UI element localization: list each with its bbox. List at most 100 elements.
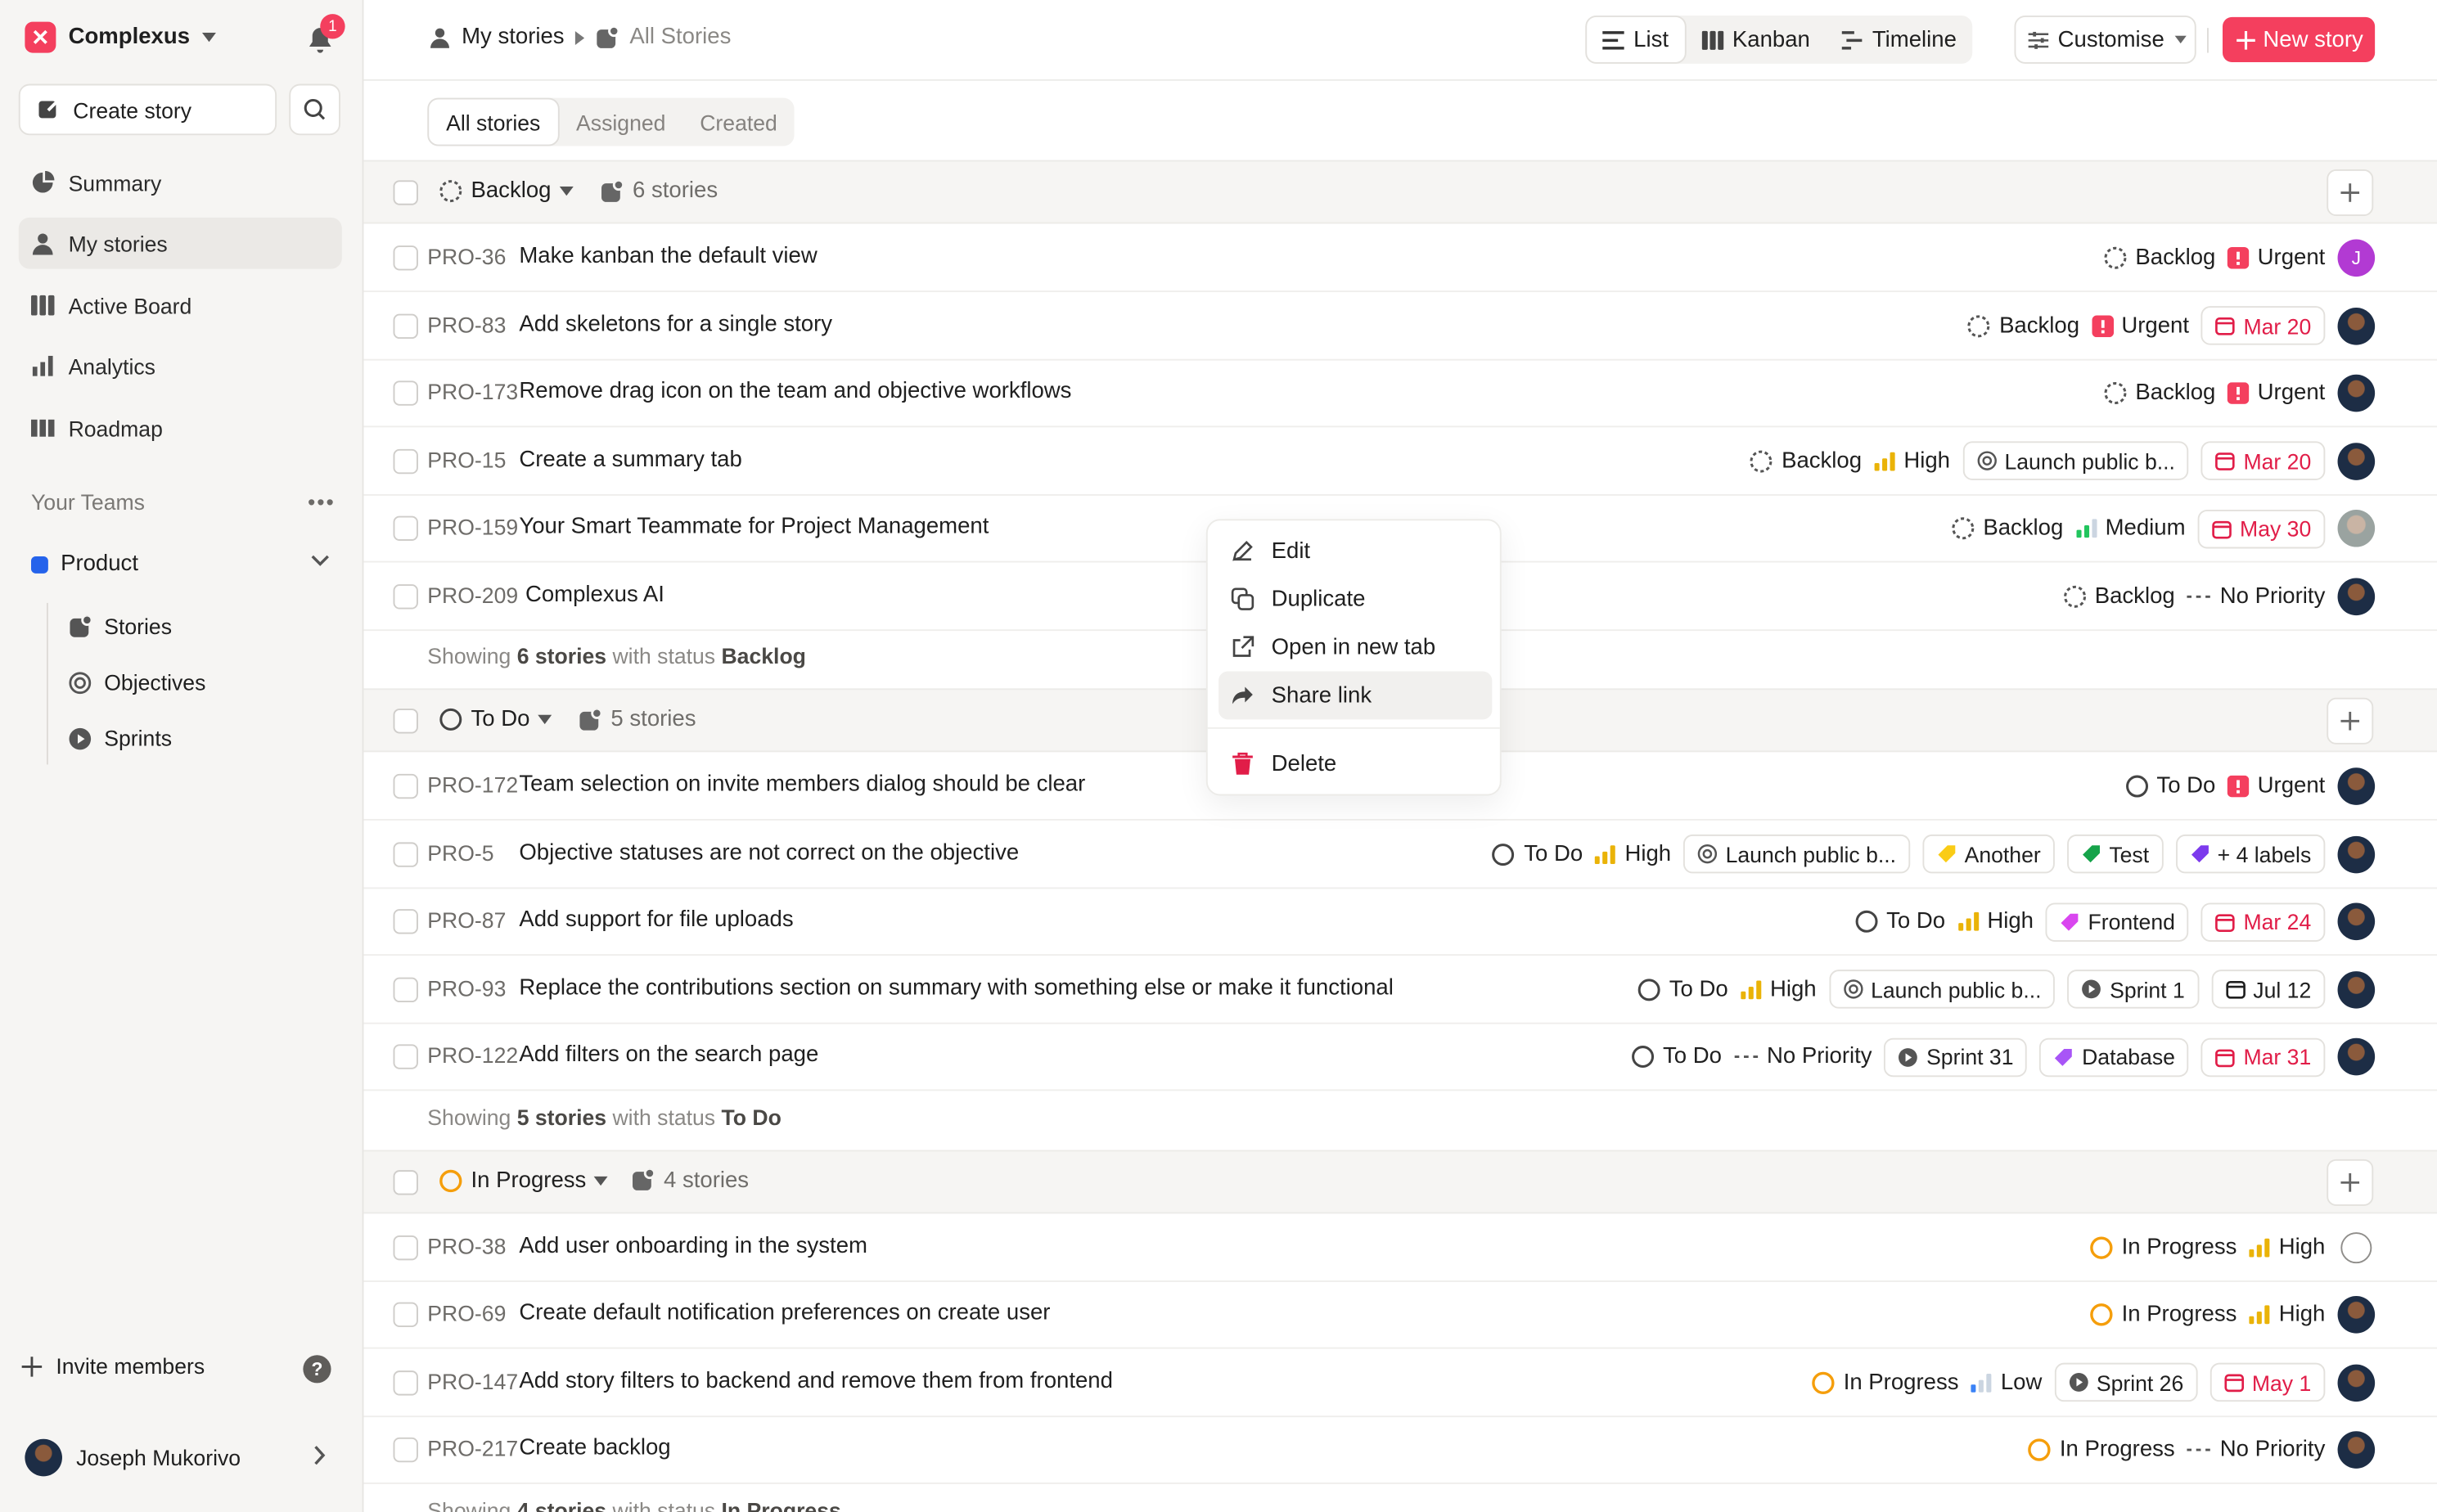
priority-badge[interactable]: High xyxy=(1595,841,1671,866)
table-row[interactable]: PRO-147 Add story filters to backend and … xyxy=(363,1350,2437,1417)
row-select-checkbox[interactable] xyxy=(393,976,418,1002)
avatar[interactable] xyxy=(2337,1296,2376,1334)
view-list[interactable]: List xyxy=(1585,15,1686,64)
avatar[interactable] xyxy=(2337,374,2376,412)
status-badge[interactable]: To Do xyxy=(1637,977,1728,1001)
label-chip[interactable]: Test xyxy=(2067,834,2164,874)
story-title[interactable]: Add support for file uploads xyxy=(519,907,793,932)
avatar[interactable] xyxy=(2337,509,2376,547)
due-date-chip[interactable]: Mar 20 xyxy=(2201,306,2326,345)
priority-badge[interactable]: High xyxy=(2249,1303,2325,1327)
status-badge[interactable]: Backlog xyxy=(2103,380,2215,406)
team-item-objectives[interactable]: Objectives xyxy=(69,670,205,695)
priority-badge[interactable]: Urgent xyxy=(2092,313,2189,338)
team-item-stories[interactable]: Stories xyxy=(69,614,172,639)
create-story-button[interactable]: Create story xyxy=(18,83,277,136)
row-select-checkbox[interactable] xyxy=(393,1437,418,1463)
more-options-icon[interactable]: ••• xyxy=(308,489,336,514)
row-select-checkbox[interactable] xyxy=(393,1370,418,1395)
status-badge[interactable]: Backlog xyxy=(2103,245,2215,270)
story-title[interactable]: Complexus AI xyxy=(525,582,664,606)
status-badge[interactable]: To Do xyxy=(1491,841,1583,866)
table-row[interactable]: PRO-38 Add user onboarding in the system I… xyxy=(363,1214,2437,1281)
status-badge[interactable]: Backlog xyxy=(1950,516,2063,541)
table-row[interactable]: PRO-173 Remove drag icon on the team and … xyxy=(363,361,2437,428)
row-select-checkbox[interactable] xyxy=(393,313,418,339)
table-row[interactable]: PRO-36 Make kanban the default view Backlo… xyxy=(363,225,2437,293)
table-row[interactable]: PRO-87 Add support for file uploads To Do H… xyxy=(363,889,2437,956)
invite-members-button[interactable]: Invite members xyxy=(21,1353,205,1379)
avatar[interactable] xyxy=(2337,307,2376,344)
user-menu[interactable]: Joseph Mukorivo xyxy=(25,1438,241,1477)
priority-badge[interactable]: Urgent xyxy=(2228,245,2325,270)
help-icon[interactable]: ? xyxy=(303,1355,331,1384)
label-chip[interactable]: Jul 12 xyxy=(2211,970,2326,1009)
priority-badge[interactable]: No Priority xyxy=(2187,583,2325,609)
priority-badge[interactable]: Urgent xyxy=(2228,380,2325,406)
team-item-sprints[interactable]: Sprints xyxy=(69,726,172,750)
priority-badge[interactable]: No Priority xyxy=(2187,1438,2325,1462)
table-row[interactable]: PRO-93 Replace the contributions section … xyxy=(363,956,2437,1024)
label-chip[interactable]: Launch public b... xyxy=(1962,441,2190,480)
avatar[interactable] xyxy=(2337,1431,2376,1469)
status-badge[interactable]: In Progress xyxy=(2089,1303,2237,1327)
row-select-checkbox[interactable] xyxy=(393,448,418,474)
priority-badge[interactable]: No Priority xyxy=(1734,1044,1872,1069)
story-title[interactable]: Add story filters to backend and remove … xyxy=(519,1368,1113,1393)
story-title[interactable]: Team selection on invite members dialog … xyxy=(519,772,1085,797)
row-select-checkbox[interactable] xyxy=(393,245,418,271)
story-title[interactable]: Your Smart Teammate for Project Manageme… xyxy=(519,515,989,539)
team-product[interactable]: Product xyxy=(30,551,138,577)
chevron-down-icon[interactable] xyxy=(311,555,330,567)
nav-my-stories[interactable]: My stories xyxy=(18,217,342,269)
status-badge[interactable]: To Do xyxy=(2124,774,2215,799)
table-row[interactable]: PRO-83 Add skeletons for a single story Ba… xyxy=(363,293,2437,360)
menu-item-open-new-tab[interactable]: Open in new tab xyxy=(1218,623,1492,672)
priority-badge[interactable]: High xyxy=(1874,448,1950,473)
row-select-checkbox[interactable] xyxy=(393,583,418,609)
label-chip[interactable]: Sprint 1 xyxy=(2067,970,2199,1009)
label-chip[interactable]: Launch public b... xyxy=(1828,970,2056,1009)
menu-item-share-link[interactable]: Share link xyxy=(1218,671,1493,720)
customise-button[interactable]: Customise xyxy=(2014,15,2196,64)
table-row[interactable]: PRO-5 Objective statuses are not correct … xyxy=(363,821,2437,889)
avatar[interactable]: J xyxy=(2337,239,2376,277)
priority-badge[interactable]: Urgent xyxy=(2228,774,2325,799)
group-status-toggle[interactable]: In Progress xyxy=(439,1168,608,1193)
add-story-button[interactable] xyxy=(2327,697,2374,745)
group-status-toggle[interactable]: To Do xyxy=(439,707,552,732)
menu-item-edit[interactable]: Edit xyxy=(1218,527,1492,575)
due-date-chip[interactable]: Mar 24 xyxy=(2201,902,2326,942)
row-select-checkbox[interactable] xyxy=(393,909,418,934)
tab-all-stories[interactable]: All stories xyxy=(427,97,560,146)
avatar[interactable] xyxy=(2337,902,2376,941)
row-select-checkbox[interactable] xyxy=(393,380,418,406)
row-select-checkbox[interactable] xyxy=(393,841,418,866)
row-select-checkbox[interactable] xyxy=(393,773,418,799)
group-select-checkbox[interactable] xyxy=(393,180,418,205)
story-title[interactable]: Create default notification preferences … xyxy=(519,1301,1050,1325)
nav-active-board[interactable]: Active Board xyxy=(19,280,342,331)
workspace-switcher[interactable]: ✕ Complexus xyxy=(25,21,217,53)
story-title[interactable]: Remove drag icon on the team and objecti… xyxy=(519,379,1071,403)
add-story-button[interactable] xyxy=(2327,169,2374,217)
priority-badge[interactable]: High xyxy=(2249,1235,2325,1259)
status-badge[interactable]: In Progress xyxy=(2027,1438,2175,1462)
story-title[interactable]: Objective statuses are not correct on th… xyxy=(519,840,1019,865)
group-select-checkbox[interactable] xyxy=(393,709,418,734)
label-chip[interactable]: + 4 labels xyxy=(2175,834,2326,874)
search-button[interactable] xyxy=(289,83,340,136)
due-date-chip[interactable]: May 30 xyxy=(2197,509,2326,548)
avatar[interactable] xyxy=(2337,970,2376,1008)
row-select-checkbox[interactable] xyxy=(393,1234,418,1260)
view-timeline[interactable]: Timeline xyxy=(1826,16,1972,64)
priority-badge[interactable]: Medium xyxy=(2075,516,2186,541)
due-date-chip[interactable]: Mar 20 xyxy=(2201,441,2326,480)
label-chip[interactable]: Database xyxy=(2039,1037,2190,1077)
unassigned-avatar-icon[interactable] xyxy=(2340,1231,2372,1263)
avatar[interactable] xyxy=(2337,577,2376,615)
avatar[interactable] xyxy=(2337,1363,2376,1402)
story-title[interactable]: Add filters on the search page xyxy=(519,1042,818,1067)
nav-analytics[interactable]: Analytics xyxy=(19,340,342,392)
priority-badge[interactable]: High xyxy=(1740,977,1817,1001)
